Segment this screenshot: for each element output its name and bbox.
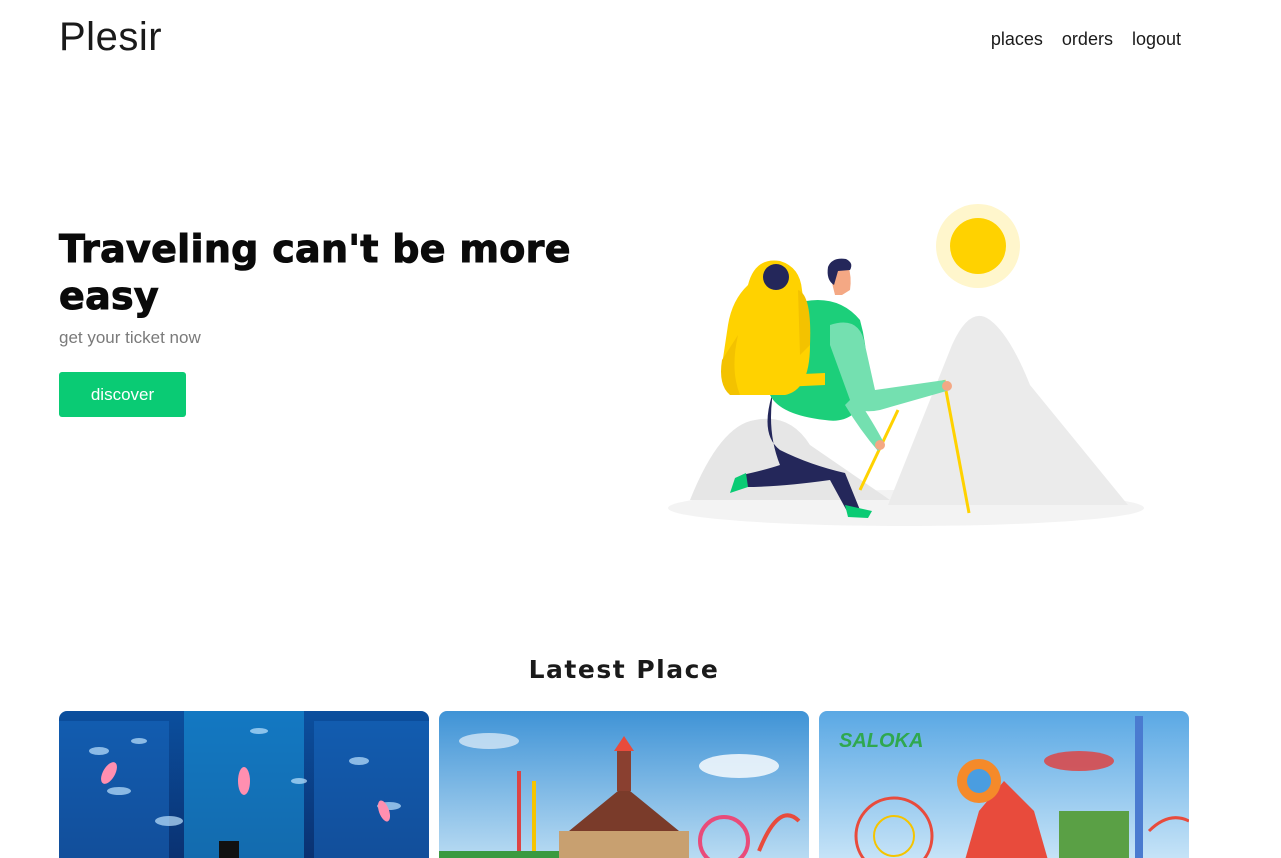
nav-links: places orders logout (991, 29, 1181, 50)
saloka-logo: SALOKA (839, 730, 923, 752)
place-card-aquarium[interactable] (59, 711, 429, 858)
place-card-theme-park[interactable] (439, 711, 809, 858)
hero-subtitle: get your ticket now (59, 328, 201, 347)
aquarium-photo (59, 711, 429, 858)
theme-park-photo (439, 711, 809, 858)
navbar: Plesir places orders logout (0, 0, 1281, 82)
nav-link-logout[interactable]: logout (1132, 29, 1181, 50)
hero-title: Traveling can't be more easy (59, 227, 571, 319)
hiker-illustration (660, 195, 1160, 535)
place-card-saloka[interactable]: SALOKA (819, 711, 1189, 858)
place-cards: SALOKA (59, 711, 1189, 858)
section-title-latest-place: Latest Place (528, 655, 720, 684)
hero-text: Traveling can't be more easy get your ti… (59, 226, 579, 348)
saloka-photo: SALOKA (819, 711, 1189, 858)
discover-button[interactable]: discover (59, 372, 186, 417)
nav-link-orders[interactable]: orders (1062, 29, 1113, 50)
nav-link-places[interactable]: places (991, 29, 1043, 50)
brand-logo[interactable]: Plesir (59, 15, 162, 60)
